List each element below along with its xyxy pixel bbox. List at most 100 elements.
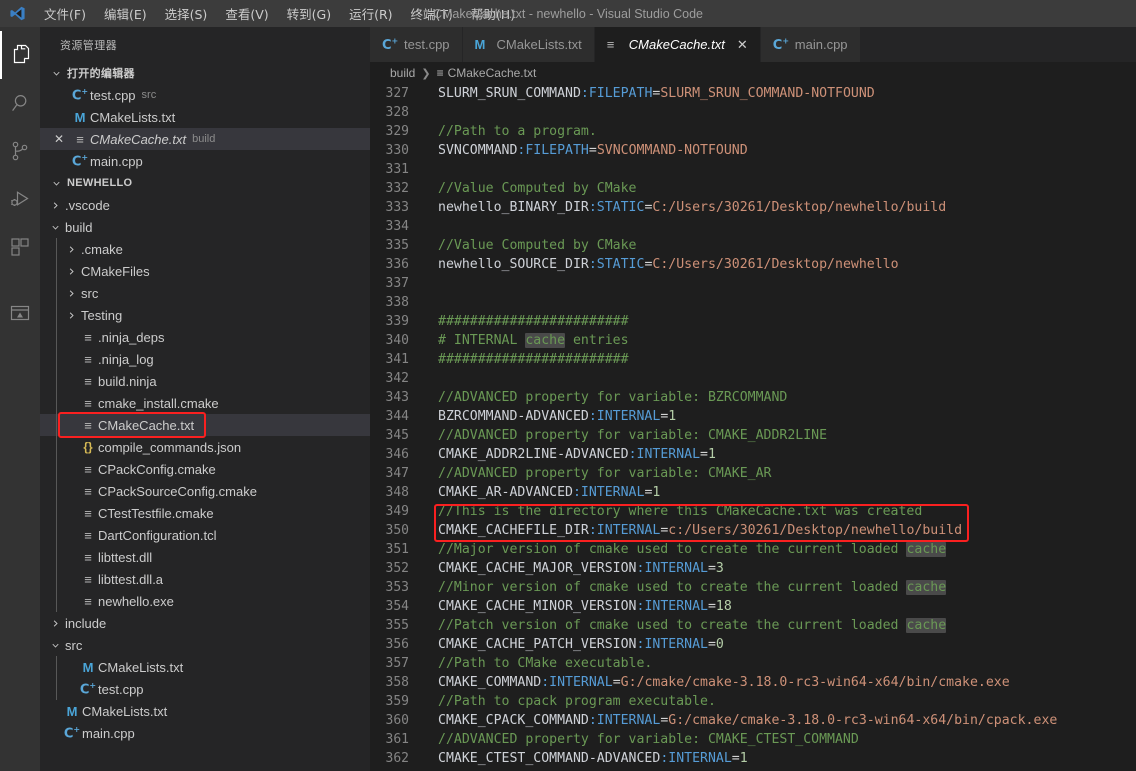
code-token-comment-hl: cache: [906, 542, 947, 557]
activity-source-control-icon[interactable]: [0, 127, 40, 175]
tree-row[interactable]: include: [40, 612, 370, 634]
indent-guide: [56, 502, 57, 524]
open-editor-item[interactable]: C+ main.cpp: [40, 150, 370, 172]
indent-guide: [56, 238, 57, 260]
open-editor-label: test.cpp: [90, 87, 136, 103]
tree-row[interactable]: ≡ build.ninja: [40, 370, 370, 392]
tree-row[interactable]: Testing: [40, 304, 370, 326]
code-token-comment: //Path to cpack program executable.: [438, 694, 716, 709]
txt-file-icon: ≡: [84, 483, 92, 499]
menu-go[interactable]: 转到(G): [278, 1, 340, 26]
tree-row[interactable]: CMakeFiles: [40, 260, 370, 282]
indent-guide: [56, 392, 57, 414]
editor-tab-label: test.cpp: [404, 37, 450, 52]
section-workspace[interactable]: NEWHELLO: [40, 172, 370, 194]
cpp-file-icon: C+: [382, 36, 399, 53]
chevron-down-icon: [48, 178, 64, 189]
code-line-text: CMAKE_CACHEFILE_DIR:INTERNAL=c:/Users/30…: [425, 521, 962, 540]
tree-row[interactable]: build: [40, 216, 370, 238]
editor-tab[interactable]: C+ main.cpp: [760, 27, 861, 62]
code-token-comment: //ADVANCED property for variable: CMAKE_…: [438, 732, 859, 747]
code-line-text: CMAKE_CACHE_MAJOR_VERSION:INTERNAL=3: [425, 559, 724, 578]
menu-terminal[interactable]: 终端(T): [402, 1, 462, 26]
code-line-text: //ADVANCED property for variable: CMAKE_…: [425, 464, 771, 483]
tree-row[interactable]: ≡ .ninja_deps: [40, 326, 370, 348]
activity-remote-window-icon[interactable]: [0, 289, 40, 337]
breadcrumb-item-file[interactable]: CMakeCache.txt: [448, 66, 537, 80]
tree-row[interactable]: ≡ libttest.dll.a: [40, 568, 370, 590]
tree-row-label: CTestTestfile.cmake: [98, 505, 214, 521]
close-icon[interactable]: ✕: [737, 37, 748, 53]
tree-row[interactable]: .vscode: [40, 194, 370, 216]
indent-guide: [56, 458, 57, 480]
code-token-type: :STATIC: [588, 200, 645, 215]
txt-file-icon: ≡: [84, 417, 92, 433]
tree-row-label: main.cpp: [82, 725, 135, 741]
tree-row[interactable]: .cmake: [40, 238, 370, 260]
tree-row-label: .cmake: [81, 241, 123, 257]
vscode-logo-icon: [0, 5, 35, 22]
code-line: 337: [370, 274, 1136, 293]
menu-edit[interactable]: 编辑(E): [95, 1, 156, 26]
tree-row[interactable]: ≡ CPackConfig.cmake: [40, 458, 370, 480]
tree-row[interactable]: ≡ DartConfiguration.tcl: [40, 524, 370, 546]
code-token-comment: entries: [565, 333, 629, 348]
tree-row-label: cmake_install.cmake: [98, 395, 219, 411]
code-token-type: :INTERNAL: [541, 675, 613, 690]
tree-row[interactable]: M CMakeLists.txt: [40, 656, 370, 678]
indent-guide: [56, 480, 57, 502]
open-editor-item[interactable]: M CMakeLists.txt: [40, 106, 370, 128]
tree-row-label: libttest.dll: [98, 549, 153, 565]
cmake-file-icon: M: [82, 659, 94, 675]
menu-view[interactable]: 查看(V): [216, 1, 277, 26]
code-token-key: newhello_SOURCE_DIR: [438, 257, 589, 272]
activity-extensions-icon[interactable]: [0, 223, 40, 271]
menu-run[interactable]: 运行(R): [340, 1, 401, 26]
activity-search-icon[interactable]: [0, 79, 40, 127]
menu-file[interactable]: 文件(F): [35, 1, 95, 26]
code-token-eq: =: [707, 637, 716, 652]
code-token-num: 1: [652, 485, 661, 500]
code-token-key: CMAKE_AR-ADVANCED: [438, 485, 573, 500]
tree-row[interactable]: {} compile_commands.json: [40, 436, 370, 458]
tree-row[interactable]: ≡ cmake_install.cmake: [40, 392, 370, 414]
code-line-text: # INTERNAL cache entries: [425, 331, 629, 350]
tree-row[interactable]: ≡ CMakeCache.txt: [40, 414, 370, 436]
code-line: 342: [370, 369, 1136, 388]
editor-tab[interactable]: M CMakeLists.txt: [462, 27, 595, 62]
line-number: 327: [385, 86, 409, 101]
code-token-comment: //Value Computed by CMake: [438, 238, 637, 253]
breadcrumb-item-build[interactable]: build: [390, 66, 415, 80]
menu-help[interactable]: 帮助(H): [462, 1, 524, 26]
tree-row[interactable]: ≡ .ninja_log: [40, 348, 370, 370]
tree-row[interactable]: M CMakeLists.txt: [40, 700, 370, 722]
close-icon[interactable]: ✕: [48, 132, 70, 146]
code-token-key: CMAKE_COMMAND: [438, 675, 542, 690]
menu-selection[interactable]: 选择(S): [156, 1, 217, 26]
tree-row[interactable]: ≡ CPackSourceConfig.cmake: [40, 480, 370, 502]
activity-explorer-icon[interactable]: [0, 31, 40, 79]
code-line-text: CMAKE_ADDR2LINE-ADVANCED:INTERNAL=1: [425, 445, 716, 464]
editor-tab[interactable]: ≡ CMakeCache.txt ✕: [594, 27, 761, 62]
tree-row[interactable]: src: [40, 282, 370, 304]
code-editor[interactable]: 327 SLURM_SRUN_COMMAND:FILEPATH=SLURM_SRU…: [370, 84, 1136, 771]
line-number: 359: [385, 694, 409, 709]
tree-row[interactable]: ≡ newhello.exe: [40, 590, 370, 612]
code-line: 347 //ADVANCED property for variable: CMA…: [370, 464, 1136, 483]
editor-tab[interactable]: C+ test.cpp: [370, 27, 463, 62]
code-token-key: CMAKE_CACHEFILE_DIR: [438, 523, 589, 538]
tree-row[interactable]: C+ test.cpp: [40, 678, 370, 700]
code-line: 341 ########################: [370, 350, 1136, 369]
code-token-val: G:/cmake/cmake-3.18.0-rc3-win64-x64/bin/…: [620, 675, 1010, 690]
open-editor-item[interactable]: C+ test.cpp src: [40, 84, 370, 106]
open-editor-item[interactable]: ✕ ≡ CMakeCache.txt build: [40, 128, 370, 150]
tree-row[interactable]: src: [40, 634, 370, 656]
txt-file-icon: ≡: [84, 461, 92, 477]
code-token-comment: //ADVANCED property for variable: BZRCOM…: [438, 390, 788, 405]
tree-row[interactable]: C+ main.cpp: [40, 722, 370, 744]
activity-run-and-debug-icon[interactable]: [0, 175, 40, 223]
tree-row[interactable]: ≡ libttest.dll: [40, 546, 370, 568]
tree-row[interactable]: ≡ CTestTestfile.cmake: [40, 502, 370, 524]
section-open-editors[interactable]: 打开的编辑器: [40, 62, 370, 84]
code-token-val: SVNCOMMAND-NOTFOUND: [596, 143, 748, 158]
